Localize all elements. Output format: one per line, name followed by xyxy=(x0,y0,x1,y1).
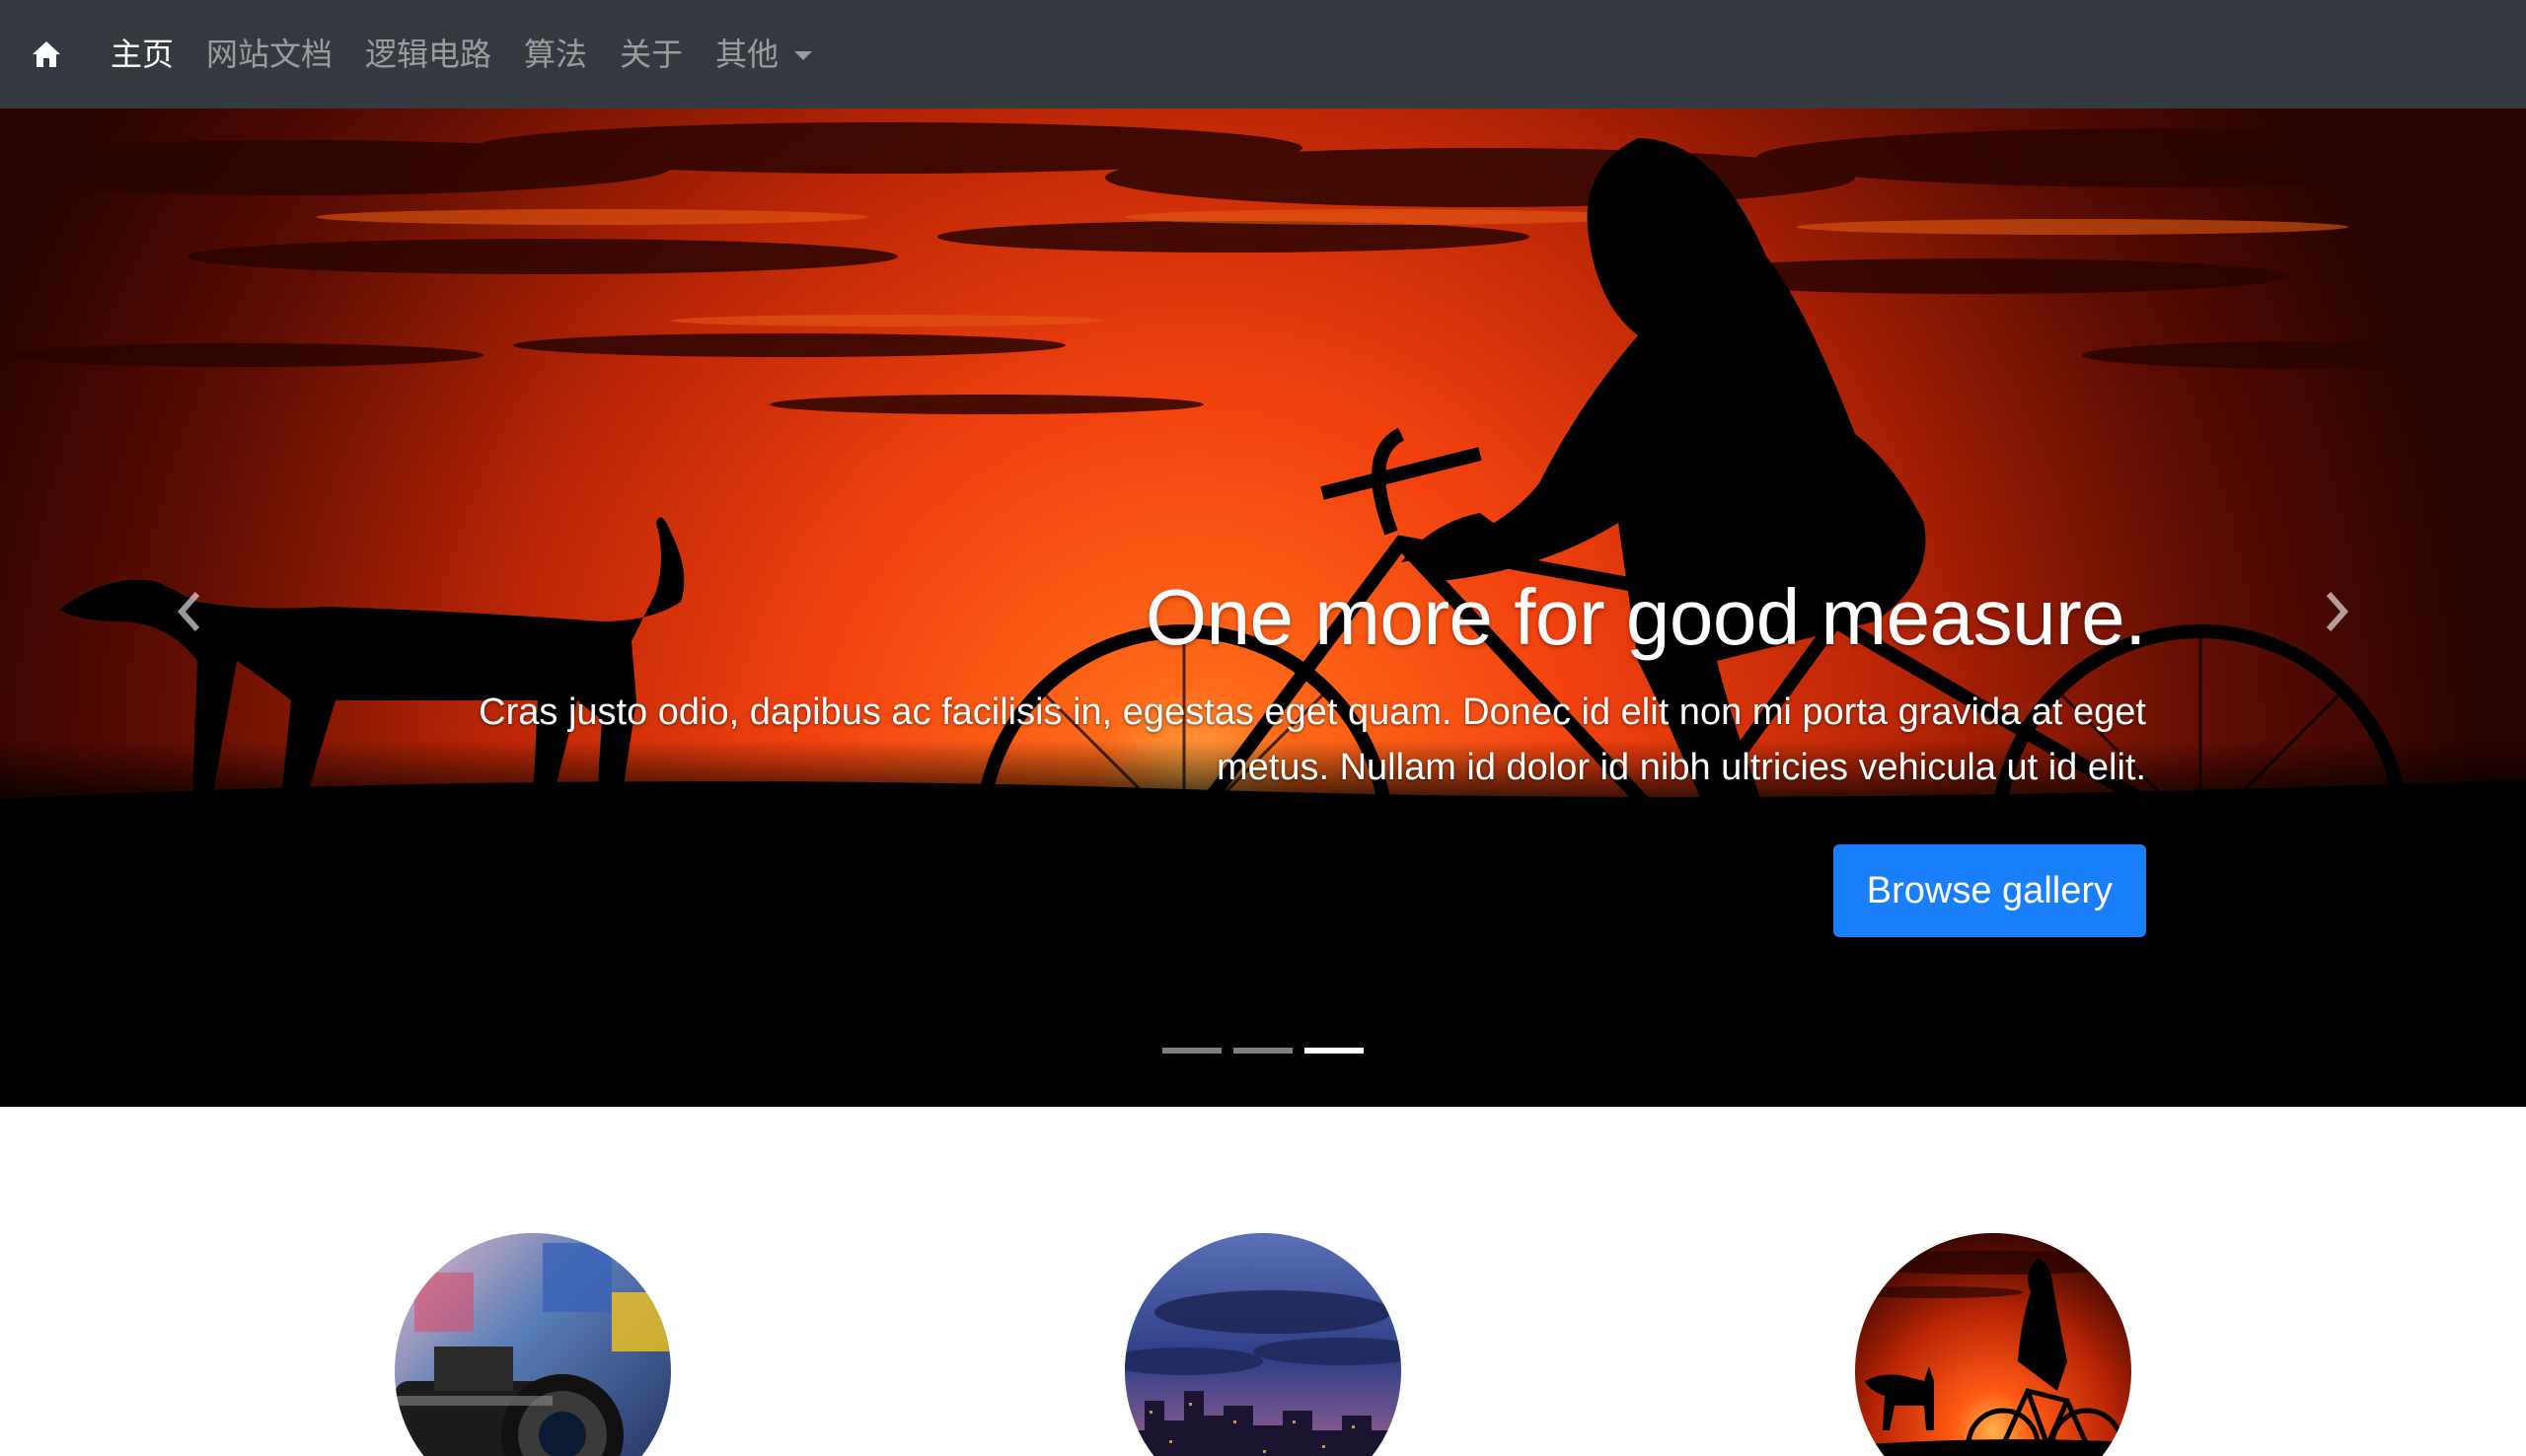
carousel-prev-button[interactable] xyxy=(160,572,219,651)
nav-item-other-label: 其他 xyxy=(715,36,780,73)
carousel-indicator-3[interactable] xyxy=(1304,1048,1364,1054)
home-icon xyxy=(33,41,60,67)
home-link[interactable] xyxy=(28,36,65,73)
chevron-left-icon xyxy=(177,592,200,631)
nav-item-algorithms[interactable]: 算法 xyxy=(524,0,587,109)
marketing-image-camera xyxy=(395,1233,671,1456)
nav-item-other-dropdown[interactable]: 其他 xyxy=(715,0,813,109)
carousel-caption-title: One more for good measure. xyxy=(1145,573,2147,661)
marketing-image-city xyxy=(1125,1233,1401,1456)
carousel-caption-text: Cras justo odio, dapibus ac facilisis in… xyxy=(479,692,2146,788)
marketing-image-sunset-bike xyxy=(1855,1233,2131,1456)
carousel-next-button[interactable] xyxy=(2307,572,2366,651)
chevron-right-icon xyxy=(2326,592,2349,631)
carousel-indicator-1[interactable] xyxy=(1162,1048,1222,1054)
nav-item-logic-circuits[interactable]: 逻辑电路 xyxy=(365,0,491,109)
carousel-indicators xyxy=(1162,1048,1364,1054)
carousel-caption: One more for good measure. Cras justo od… xyxy=(390,572,2147,937)
caret-down-icon xyxy=(794,50,813,60)
nav-item-about[interactable]: 关于 xyxy=(620,0,683,109)
carousel-indicator-2[interactable] xyxy=(1233,1048,1293,1054)
nav-item-home[interactable]: 主页 xyxy=(111,0,174,109)
nav-item-docs[interactable]: 网站文档 xyxy=(206,0,333,109)
top-navbar: 主页 网站文档 逻辑电路 算法 关于 其他 xyxy=(0,0,2526,109)
browse-gallery-button[interactable]: Browse gallery xyxy=(1832,844,2146,937)
hero-carousel: One more for good measure. Cras justo od… xyxy=(0,109,2526,1107)
